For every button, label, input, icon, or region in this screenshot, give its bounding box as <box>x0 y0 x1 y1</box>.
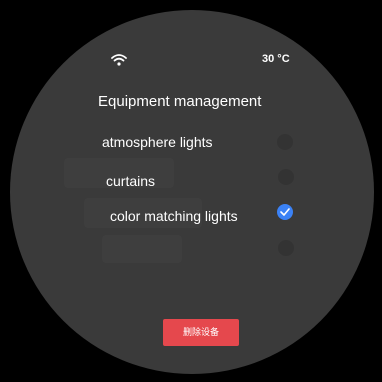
device-checkbox-unnamed[interactable] <box>278 240 294 256</box>
device-label-curtains[interactable]: curtains <box>106 173 155 189</box>
delete-device-button[interactable]: 删除设备 <box>163 319 239 346</box>
page-title: Equipment management <box>98 93 262 110</box>
checkmark-icon <box>280 208 290 216</box>
device-checkbox-color-matching-lights[interactable] <box>277 204 293 220</box>
device-label-color-matching-lights[interactable]: color matching lights <box>110 208 238 224</box>
ghost-placeholder <box>102 235 182 263</box>
temperature-readout: 30 °C <box>262 53 290 65</box>
device-label-atmosphere-lights[interactable]: atmosphere lights <box>102 134 213 150</box>
wifi-icon <box>111 54 127 66</box>
device-checkbox-curtains[interactable] <box>278 169 294 185</box>
watch-screen: 30 °C Equipment management atmosphere li… <box>10 10 374 374</box>
device-checkbox-atmosphere-lights[interactable] <box>277 134 293 150</box>
